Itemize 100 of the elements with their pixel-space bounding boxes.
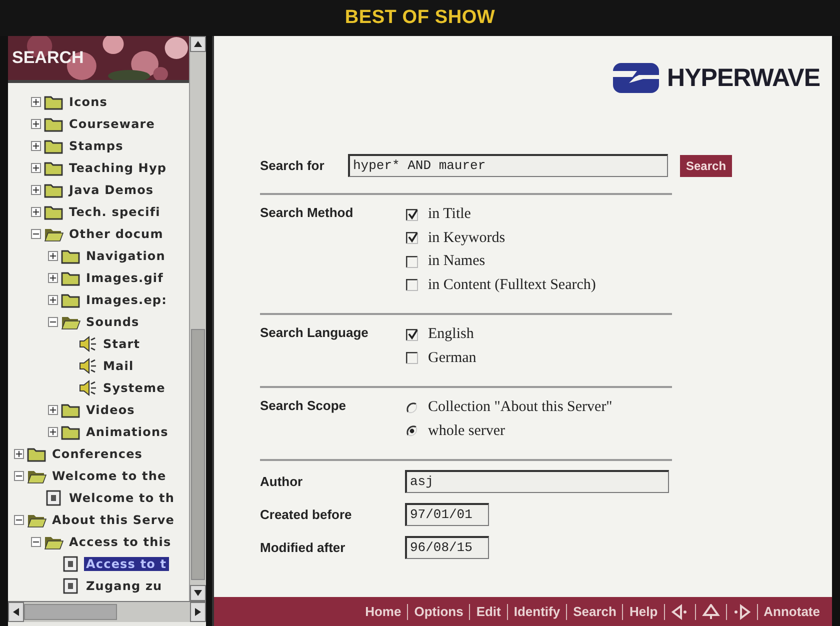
- expand-icon[interactable]: [31, 185, 41, 195]
- expand-icon[interactable]: [31, 119, 41, 129]
- option-label: German: [428, 350, 476, 367]
- vertical-scrollbar[interactable]: [189, 36, 206, 601]
- folder-icon: [61, 402, 81, 418]
- checkbox[interactable]: [406, 352, 418, 364]
- scroll-down-icon[interactable]: [194, 590, 202, 596]
- section-label: Search Language: [260, 324, 370, 342]
- tree-item[interactable]: Welcome to the: [50, 469, 168, 483]
- expand-icon[interactable]: [48, 405, 58, 415]
- checkbox[interactable]: [406, 232, 418, 244]
- nav-link[interactable]: Help: [623, 604, 664, 619]
- option-label: in Keywords: [428, 230, 506, 247]
- scroll-right-icon[interactable]: [195, 608, 201, 616]
- collapse-icon[interactable]: [31, 537, 41, 547]
- sidebar-title: SEARCH: [12, 48, 84, 68]
- radio-button[interactable]: [406, 425, 418, 438]
- nav-link[interactable]: Edit: [470, 604, 507, 619]
- input-field[interactable]: asj: [405, 470, 669, 493]
- tree-item[interactable]: Navigation: [84, 249, 168, 263]
- tree-item[interactable]: Stamps: [67, 139, 126, 153]
- option-label: Collection "About this Server": [428, 399, 612, 416]
- tree-item[interactable]: Access to t: [84, 557, 169, 571]
- tree-item[interactable]: Tech. specifi: [67, 205, 162, 219]
- field-label: Modified after: [260, 540, 346, 555]
- search-button[interactable]: Search: [680, 154, 732, 176]
- tree-item[interactable]: Access to this: [67, 535, 174, 549]
- tree-item[interactable]: Videos: [84, 403, 137, 417]
- open-folder-icon: [44, 226, 64, 242]
- collapse-icon[interactable]: [31, 229, 41, 239]
- banner-title: BEST OF SHOW: [344, 7, 496, 29]
- field-label: Author: [260, 474, 304, 489]
- checkbox[interactable]: [406, 256, 418, 268]
- open-folder-icon: [27, 468, 47, 484]
- input-field[interactable]: 97/01/01: [405, 503, 489, 526]
- folder-icon: [61, 248, 81, 264]
- tree-item[interactable]: Java Demos: [67, 183, 156, 197]
- nav-link[interactable]: Options: [408, 604, 470, 619]
- tree-item[interactable]: Conferences: [50, 447, 145, 461]
- expand-icon[interactable]: [31, 163, 41, 173]
- option-label: English: [428, 326, 474, 344]
- expand-icon[interactable]: [48, 273, 58, 283]
- wave-logo-icon: [613, 63, 660, 93]
- expand-icon[interactable]: [31, 141, 41, 151]
- collapse-icon[interactable]: [48, 317, 58, 327]
- checkbox[interactable]: [406, 328, 418, 341]
- folder-icon: [44, 138, 64, 154]
- tree-item[interactable]: Mail: [101, 359, 136, 373]
- expand-icon[interactable]: [48, 251, 58, 261]
- collapse-icon[interactable]: [14, 471, 24, 481]
- expand-icon[interactable]: [31, 207, 41, 217]
- tree-item[interactable]: Icons: [67, 95, 110, 109]
- option-label: in Content (Fulltext Search): [428, 276, 596, 294]
- nav-link[interactable]: Identify: [508, 604, 566, 619]
- expand-icon[interactable]: [14, 449, 24, 459]
- tree-item[interactable]: Images.ep:: [84, 293, 170, 307]
- open-folder-icon: [61, 314, 81, 330]
- scroll-up-icon[interactable]: [194, 41, 202, 47]
- horizontal-scrollbar[interactable]: [8, 601, 206, 622]
- expand-icon[interactable]: [48, 427, 58, 437]
- nav-link[interactable]: Search: [567, 604, 622, 619]
- tree-item[interactable]: Start: [101, 337, 142, 351]
- option-label: in Names: [428, 253, 486, 270]
- field-label: Created before: [260, 507, 353, 522]
- folder-icon: [61, 292, 81, 308]
- section-label: Search Method: [260, 204, 354, 222]
- tree-item[interactable]: Sounds: [84, 315, 142, 329]
- scroll-left-icon[interactable]: [13, 608, 19, 616]
- option-label: in Title: [428, 206, 471, 224]
- search-field[interactable]: hyper* AND maurer: [348, 154, 668, 177]
- open-folder-icon: [27, 512, 47, 528]
- folder-icon: [44, 160, 64, 176]
- tree-item[interactable]: Teaching Hyp: [67, 161, 169, 175]
- folder-icon: [44, 94, 64, 110]
- folder-icon: [27, 446, 47, 462]
- collapse-icon[interactable]: [14, 515, 24, 525]
- checkbox[interactable]: [406, 208, 418, 221]
- tree-item[interactable]: Welcome to th: [67, 491, 176, 505]
- speaker-icon: [78, 358, 98, 374]
- tree-item[interactable]: Systeme: [101, 381, 168, 395]
- speaker-icon: [78, 336, 98, 352]
- brand-name: HYPERWAVE: [667, 64, 820, 92]
- input-field[interactable]: 96/08/15: [405, 536, 489, 559]
- tree-item[interactable]: Images.gif: [84, 271, 166, 285]
- nav-link[interactable]: Home: [359, 604, 408, 619]
- field-label: Search for: [260, 158, 326, 173]
- open-folder-icon: [44, 534, 64, 550]
- tree-item[interactable]: Courseware: [67, 117, 158, 131]
- tree-item[interactable]: About this Serve: [50, 513, 177, 527]
- section-label: Search Scope: [260, 397, 347, 415]
- folder-icon: [44, 116, 64, 132]
- expand-icon[interactable]: [31, 97, 41, 107]
- tree-item[interactable]: Other docum: [67, 227, 166, 241]
- option-label: whole server: [428, 422, 506, 440]
- tree-item[interactable]: Zugang zu: [84, 579, 164, 593]
- radio-button[interactable]: [406, 402, 418, 414]
- checkbox[interactable]: [406, 279, 418, 292]
- expand-icon[interactable]: [48, 295, 58, 305]
- nav-link[interactable]: Annotate: [758, 604, 826, 619]
- tree-item[interactable]: Animations: [84, 425, 170, 439]
